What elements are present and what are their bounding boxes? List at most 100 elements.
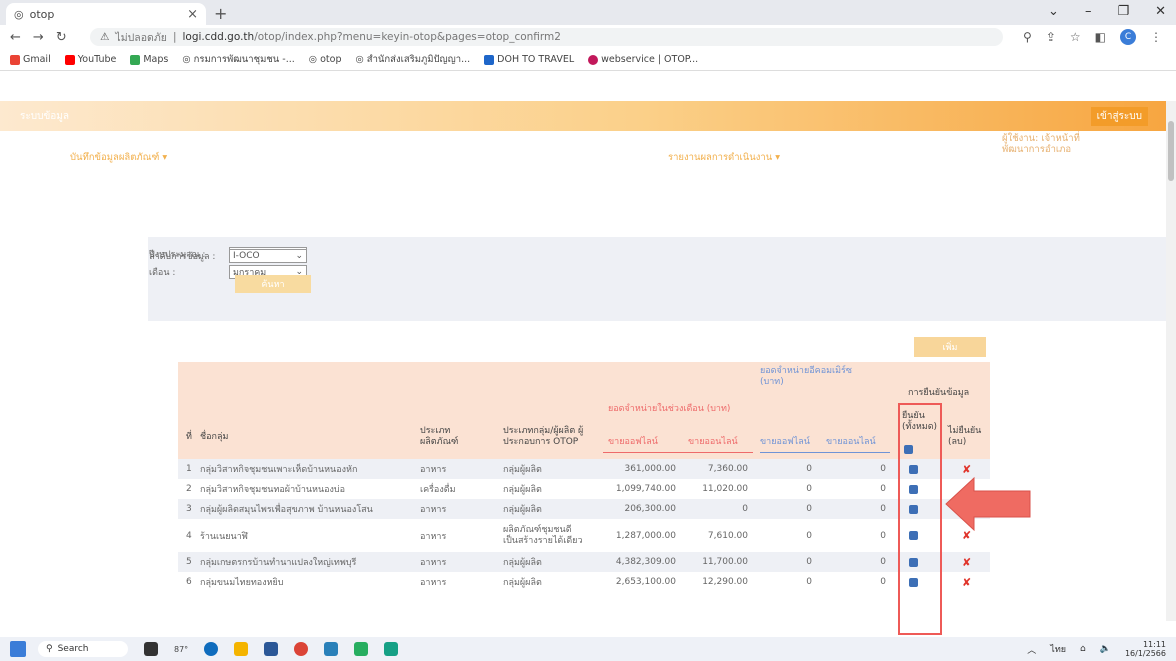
- cell-e_off: 0: [806, 504, 812, 514]
- cell-s_off: 1,099,740.00: [615, 484, 676, 494]
- weather-icon[interactable]: 87°: [174, 645, 188, 654]
- maps-icon: [130, 54, 141, 65]
- taskbar-search[interactable]: ⚲ Search: [38, 641, 128, 657]
- cell-e_off: 0: [806, 464, 812, 474]
- chrome-icon[interactable]: [294, 642, 309, 656]
- task-view-icon[interactable]: [144, 642, 158, 656]
- zoom-icon[interactable]: ⚲: [1023, 30, 1032, 44]
- browser-tab[interactable]: ◎ otop ×: [6, 3, 206, 25]
- app-icon-3[interactable]: [384, 642, 399, 656]
- bookmark-otop[interactable]: ◎ otop: [309, 54, 342, 65]
- bookmark-maps[interactable]: Maps: [130, 54, 168, 65]
- cell-e_off: 0: [806, 557, 812, 567]
- cell-s_on: 7,610.00: [707, 530, 748, 541]
- cell-product: อาหาร: [420, 465, 447, 475]
- reload-icon[interactable]: ↻: [56, 30, 67, 45]
- type-select[interactable]: I-OCO ⌄: [229, 249, 307, 263]
- table-row: 2 กลุ่มวิสาหกิจชุมชนทอผ้าบ้านหนองบ่อ เครื่…: [178, 479, 990, 499]
- cell-group: กลุ่มเกษตรกรบ้านทำนาแปลงใหญ่เทพบุรี: [200, 558, 357, 568]
- url-field[interactable]: ⚠ ไม่ปลอดภัย | logi.cdd.go.th/otop/index…: [90, 28, 1004, 46]
- app-icon[interactable]: [324, 642, 339, 656]
- close-window-icon[interactable]: ✕: [1155, 4, 1166, 19]
- cell-e_off: 0: [806, 577, 812, 587]
- url-host: logi.cdd.go.th: [182, 31, 255, 43]
- volume-icon[interactable]: 🔈: [1100, 644, 1111, 654]
- cell-product: อาหาร: [420, 578, 447, 588]
- cell-product: อาหาร: [420, 531, 447, 542]
- arrow-left-icon: [945, 476, 1031, 532]
- bookmark-cdd[interactable]: ◎ กรมการพัฒนาชุมชน -...: [182, 52, 294, 67]
- add-button[interactable]: เพิ่ม: [914, 337, 986, 357]
- warning-icon: ⚠: [100, 31, 110, 43]
- cell-e_off: 0: [806, 484, 812, 494]
- back-icon[interactable]: ←: [10, 30, 21, 45]
- cell-product: อาหาร: [420, 505, 447, 515]
- site-banner: ระบบข้อมูล เข้าสู่ระบบ: [0, 101, 1166, 131]
- bookmark-webservice[interactable]: webservice | OTOP...: [588, 54, 698, 65]
- bookmark-wisdom[interactable]: ◎ สำนักส่งเสริมภูมิปัญญา...: [355, 52, 470, 67]
- chevron-down-icon[interactable]: ⌄: [1048, 4, 1059, 19]
- globe-icon: ◎: [182, 54, 191, 65]
- cell-type: กลุ่มผู้ผลิต: [503, 505, 542, 515]
- restore-icon[interactable]: ❐: [1117, 4, 1129, 19]
- cell-no: 2: [186, 484, 192, 494]
- type-label: ลำดับการข้อมูล :: [149, 252, 216, 262]
- cell-type: กลุ่มผู้ผลิต: [503, 485, 542, 495]
- menu-icon[interactable]: ⋮: [1150, 30, 1162, 44]
- login-link[interactable]: เข้าสู่ระบบ: [1090, 106, 1148, 126]
- cell-s_on: 7,360.00: [707, 464, 748, 474]
- scrollbar[interactable]: [1166, 101, 1176, 621]
- chevron-up-icon[interactable]: ︿: [1027, 643, 1036, 656]
- bookmark-gmail[interactable]: Gmail: [10, 54, 51, 65]
- app-icon-2[interactable]: [354, 642, 369, 656]
- share-icon[interactable]: ⇪: [1046, 30, 1056, 44]
- month-label: เดือน :: [149, 268, 176, 278]
- youtube-icon: [64, 54, 75, 65]
- minimize-icon[interactable]: –: [1085, 4, 1092, 19]
- search-button[interactable]: ค้นหา: [235, 275, 311, 293]
- cell-group: กลุ่มผู้ผลิตสมุนไพรเพื่อสุขภาพ บ้านหนองโ…: [200, 505, 373, 515]
- cell-no: 1: [186, 464, 192, 474]
- taskbar: ⚲ Search 87° ︿ ไทย ⌂ 🔈 11:11 16/1/2566: [0, 637, 1176, 661]
- language-indicator[interactable]: ไทย: [1050, 642, 1066, 656]
- forward-icon[interactable]: →: [33, 30, 44, 45]
- new-tab-icon[interactable]: +: [214, 4, 227, 23]
- cell-type: กลุ่มผู้ผลิต: [503, 578, 542, 588]
- cell-group: ร้านเนยนาฬิ: [200, 531, 248, 542]
- network-icon[interactable]: ⌂: [1080, 644, 1086, 654]
- highlight-box: [898, 403, 942, 635]
- close-tab-icon[interactable]: ×: [187, 7, 198, 22]
- clock[interactable]: 11:11 16/1/2566: [1125, 640, 1166, 658]
- bookmark-youtube[interactable]: YouTube: [64, 54, 116, 65]
- cell-no: 6: [186, 577, 192, 587]
- gmail-icon: [10, 54, 20, 65]
- widgets-icon[interactable]: [10, 641, 26, 657]
- table-row: 6 กลุ่มขนมไทยทองหยิบ อาหาร กลุ่มผู้ผลิต 2,65…: [178, 572, 990, 592]
- folder-icon[interactable]: [234, 642, 249, 656]
- menu-record[interactable]: บันทึกข้อมูลผลิตภัณฑ์ ▾: [70, 150, 167, 165]
- delete-icon[interactable]: ✘: [962, 463, 971, 476]
- cell-group: กลุ่มขนมไทยทองหยิบ: [200, 578, 284, 588]
- star-icon[interactable]: ☆: [1070, 30, 1081, 44]
- cell-e_on: 0: [880, 577, 886, 587]
- sidebar-icon[interactable]: ◧: [1095, 30, 1106, 44]
- cell-e_on: 0: [880, 557, 886, 567]
- cell-no: 5: [186, 557, 192, 567]
- banner-title: ระบบข้อมูล: [20, 110, 69, 122]
- avatar[interactable]: C: [1120, 29, 1136, 45]
- delete-icon[interactable]: ✘: [962, 576, 971, 589]
- cell-type: ผลิตภัณฑ์ชุมชนดี เป็นสร้างรายได้เดียว: [503, 524, 583, 546]
- bookmark-doh[interactable]: DOH TO TRAVEL: [484, 54, 574, 65]
- cell-product: อาหาร: [420, 558, 447, 568]
- table-row: 1 กลุ่มวิสาหกิจชุมชนเพาะเห็ดบ้านหนองหัก อา…: [178, 459, 990, 479]
- delete-icon[interactable]: ✘: [962, 556, 971, 569]
- store-icon[interactable]: [264, 642, 279, 656]
- cell-s_off: 1,287,000.00: [615, 530, 676, 541]
- scrollbar-thumb[interactable]: [1168, 121, 1174, 181]
- address-bar-row: ← → ↻ ⚠ ไม่ปลอดภัย | logi.cdd.go.th/otop…: [0, 25, 1176, 49]
- tab-title: otop: [29, 7, 55, 21]
- user-info: ผู้ใช้งาน: เจ้าหน้าที่ พัฒนาการอำเภอ: [1002, 133, 1080, 155]
- menu-report[interactable]: รายงานผลการดำเนินงาน ▾: [668, 150, 780, 165]
- edge-icon[interactable]: [204, 642, 219, 656]
- main-menu: บันทึกข้อมูลผลิตภัณฑ์ ▾ รายงานผลการดำเนิ…: [0, 131, 1166, 176]
